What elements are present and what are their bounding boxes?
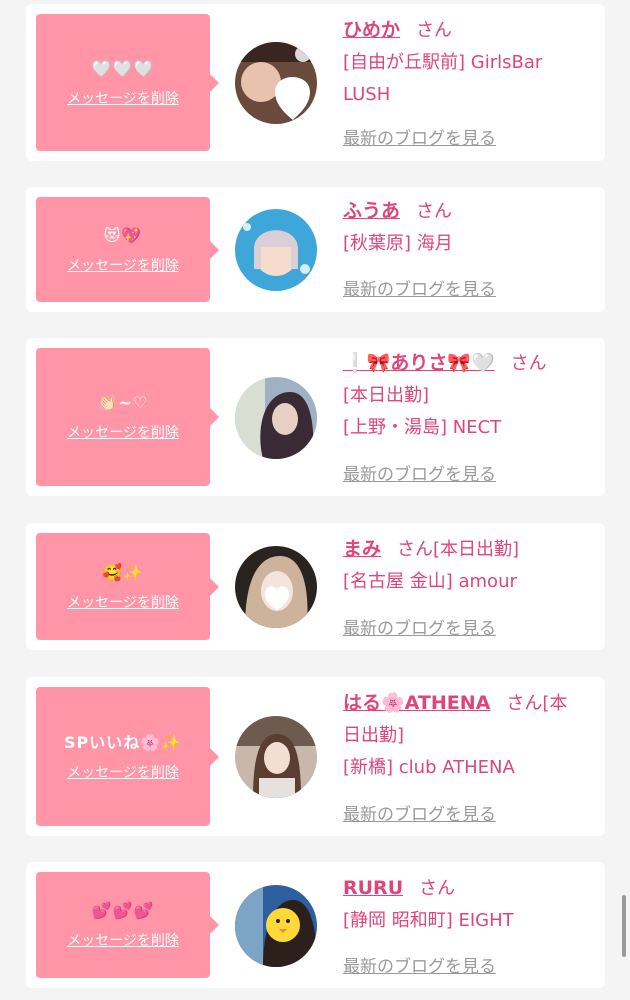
user-info: ふうあ さん [秋葉原] 海月	[343, 195, 597, 260]
status-badge: [本	[542, 693, 568, 714]
avatar[interactable]	[235, 42, 317, 124]
delete-message-link[interactable]: メッセージを削除	[67, 88, 179, 108]
user-info: ひめか さん [自由が丘駅前] GirlsBar LUSH	[343, 14, 597, 111]
user-name-link[interactable]: RURU	[343, 877, 403, 899]
message-text: 😻💖	[103, 225, 143, 245]
message-box: 🥰✨ メッセージを削除	[36, 533, 219, 640]
message-card: SPいいね🌸✨ メッセージを削除 はる🌸ATHENA さん[本 日出勤] [新橋]…	[26, 677, 605, 836]
shop-info: LUSH	[343, 84, 391, 105]
user-name-link[interactable]: まみ	[343, 538, 381, 560]
avatar[interactable]	[235, 716, 317, 798]
honorific: さん	[419, 878, 456, 899]
message-card: 🤍🤍🤍 メッセージを削除 ひめか さん [自由が丘駅前] GirlsBar LUS…	[26, 4, 605, 161]
scrollbar[interactable]	[622, 895, 626, 957]
user-info: RURU さん [静岡 昭和町] EIGHT	[343, 872, 597, 937]
honorific: さん	[416, 20, 453, 41]
shop-info: [秋葉原] 海月	[343, 233, 453, 254]
avatar[interactable]	[235, 209, 317, 291]
latest-blog-link[interactable]: 最新のブログを見る	[343, 800, 496, 825]
message-box: 🤍🤍🤍 メッセージを削除	[36, 14, 219, 151]
latest-blog-link[interactable]: 最新のブログを見る	[343, 614, 496, 639]
message-box: 👏🏻~♡ メッセージを削除	[36, 348, 219, 486]
message-card: 👏🏻~♡ メッセージを削除 ❕🎀ありさ🎀🤍 さん [本日出勤] [上野・湯島] N…	[26, 338, 605, 496]
shop-info: [名古屋 金山] amour	[343, 571, 517, 592]
avatar[interactable]	[235, 885, 317, 967]
honorific: さん	[510, 353, 547, 374]
latest-blog-link[interactable]: 最新のブログを見る	[343, 124, 496, 149]
user-name-link[interactable]: ひめか	[343, 19, 400, 41]
latest-blog-link[interactable]: 最新のブログを見る	[343, 275, 496, 300]
shop-info: [上野・湯島] NECT	[343, 417, 502, 438]
message-text: 👏🏻~♡	[97, 393, 149, 412]
shop-info: [自由が丘駅前] GirlsBar	[343, 52, 543, 73]
latest-blog-link[interactable]: 最新のブログを見る	[343, 952, 496, 977]
message-text: SPいいね🌸✨	[63, 732, 183, 752]
shop-info: [新橋] club ATHENA	[343, 757, 515, 778]
user-info: はる🌸ATHENA さん[本 日出勤] [新橋] club ATHENA	[343, 687, 597, 784]
user-info: まみ さん[本日出勤] [名古屋 金山] amour	[343, 533, 597, 598]
message-card: 💕💕💕 メッセージを削除 RURU さん [静岡 昭和町] EIGHT 最新のブロ…	[26, 862, 605, 988]
delete-message-link[interactable]: メッセージを削除	[67, 422, 179, 442]
shop-info: 日出勤]	[343, 725, 405, 746]
message-text: 🤍🤍🤍	[91, 58, 155, 78]
message-text: 🥰✨	[102, 562, 144, 582]
delete-message-link[interactable]: メッセージを削除	[67, 762, 179, 782]
message-box: SPいいね🌸✨ メッセージを削除	[36, 687, 219, 826]
delete-message-link[interactable]: メッセージを削除	[67, 930, 179, 950]
message-box: 💕💕💕 メッセージを削除	[36, 872, 219, 978]
message-card: 😻💖 メッセージを削除 ふうあ さん [秋葉原] 海月 最新のブログを見る	[26, 187, 605, 312]
user-info: ❕🎀ありさ🎀🤍 さん [本日出勤] [上野・湯島] NECT	[343, 347, 597, 444]
user-name-link[interactable]: ❕🎀ありさ🎀🤍	[343, 352, 495, 374]
status-badge: [本日出勤]	[433, 539, 520, 560]
user-name-link[interactable]: ふうあ	[343, 200, 400, 222]
message-box: 😻💖 メッセージを削除	[36, 197, 219, 302]
delete-message-link[interactable]: メッセージを削除	[67, 255, 179, 275]
delete-message-link[interactable]: メッセージを削除	[67, 592, 179, 612]
honorific: さん	[397, 539, 434, 560]
avatar[interactable]	[235, 546, 317, 628]
shop-info: [本日出勤]	[343, 385, 430, 406]
message-card: 🥰✨ メッセージを削除 まみ さん[本日出勤] [名古屋 金山] amour 最新…	[26, 523, 605, 650]
message-text: 💕💕💕	[91, 901, 155, 920]
latest-blog-link[interactable]: 最新のブログを見る	[343, 460, 496, 485]
honorific: さん	[416, 201, 453, 222]
honorific: さん	[506, 693, 543, 714]
user-name-link[interactable]: はる🌸ATHENA	[343, 692, 490, 714]
avatar[interactable]	[235, 377, 317, 459]
shop-info: [静岡 昭和町] EIGHT	[343, 910, 514, 931]
